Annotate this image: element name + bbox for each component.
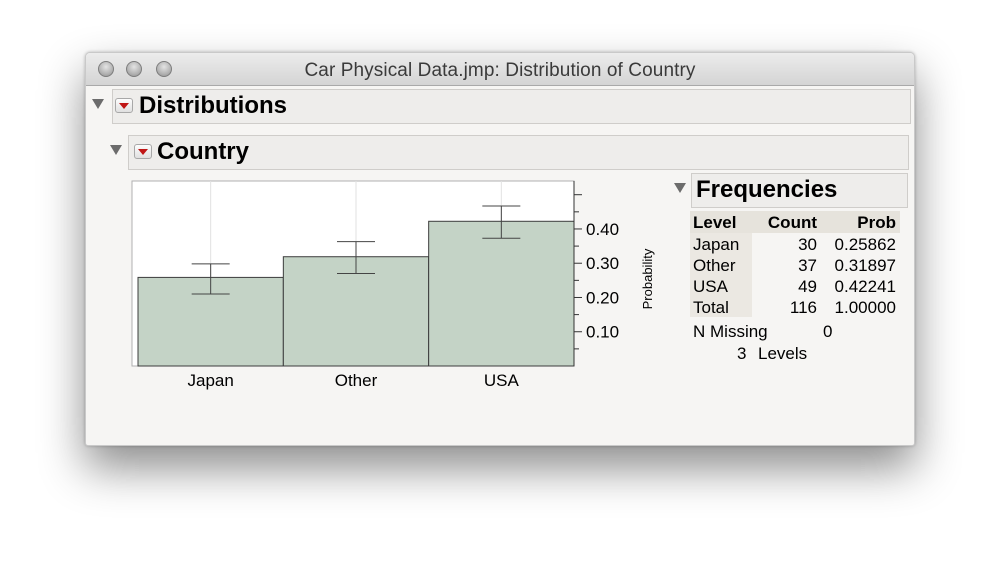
levels-count: 3	[737, 344, 747, 363]
table-row-count: 30	[798, 235, 817, 254]
y-tick-label: 0.20	[586, 288, 619, 307]
x-tick-label-japan: Japan	[188, 371, 234, 390]
x-tick-label-other: Other	[335, 371, 378, 390]
y-axis-ticks: 0.10 0.20 0.30 0.40	[574, 194, 619, 350]
y-tick-label: 0.30	[586, 254, 619, 273]
distribution-window: Car Physical Data.jmp: Distribution of C…	[85, 52, 915, 446]
level-column-header: Level	[693, 213, 737, 232]
table-row-level: Other	[693, 256, 736, 275]
x-axis-labels: Japan Other USA	[188, 371, 520, 390]
table-row-count: 49	[798, 277, 817, 296]
frequencies-disclosure-triangle-icon[interactable]	[674, 183, 686, 193]
table-row-prob: 0.42241	[834, 277, 896, 296]
y-tick-label: 0.40	[586, 220, 619, 239]
table-row-count: 37	[798, 256, 817, 275]
bar-usa	[428, 220, 575, 367]
x-tick-label-usa: USA	[484, 371, 520, 390]
table-row-prob: 0.25862	[834, 235, 896, 254]
y-axis-label: Probability	[640, 248, 655, 309]
levels-label: Levels	[758, 344, 808, 363]
table-row-prob: 1.00000	[834, 298, 896, 317]
count-column-header: Count	[767, 213, 817, 232]
n-missing-value: 0	[823, 322, 833, 341]
prob-column-header: Prob	[857, 213, 896, 232]
table-row-level: Total	[693, 298, 729, 317]
table-row-level: USA	[693, 277, 728, 296]
table-row-level: Japan	[693, 235, 740, 254]
n-missing-label: N Missing	[693, 322, 768, 341]
table-row-prob: 0.31897	[834, 256, 896, 275]
table-row-count: 116	[789, 298, 817, 317]
probability-bar-chart: 0.10 0.20 0.30 0.40 Japan Other USA Probabili…	[131, 180, 655, 390]
y-tick-label: 0.10	[586, 323, 619, 342]
frequencies-title: Frequencies	[696, 176, 838, 203]
